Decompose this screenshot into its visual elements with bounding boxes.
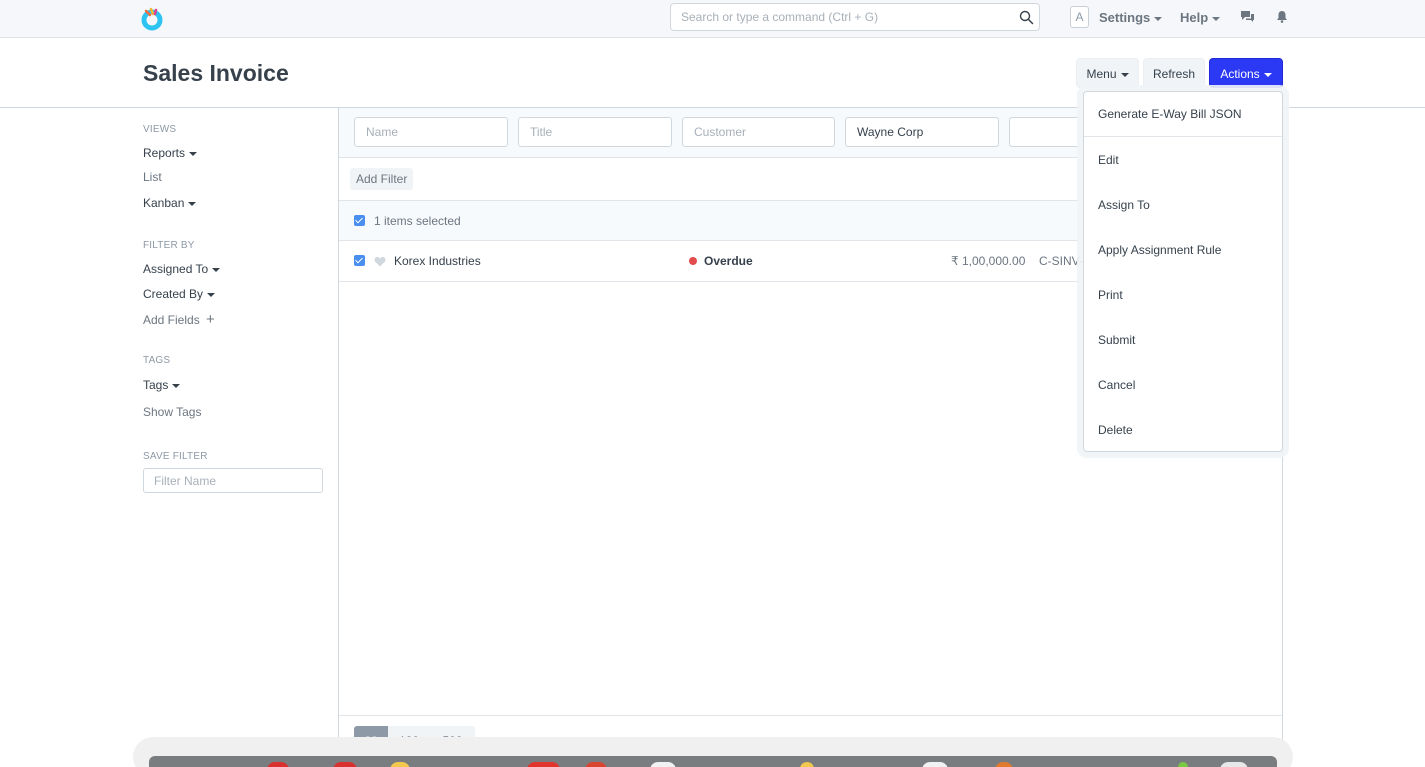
- app-logo[interactable]: [141, 7, 163, 31]
- dock-app-icon[interactable]: [333, 762, 357, 767]
- plus-icon: +: [206, 311, 215, 328]
- search-icon[interactable]: [1019, 10, 1034, 25]
- chevron-down-icon: [1154, 16, 1163, 21]
- refresh-button[interactable]: Refresh: [1143, 58, 1205, 88]
- dock-app-icon[interactable]: [650, 762, 676, 767]
- navbar: A Settings Help: [0, 0, 1425, 38]
- dock-app-icon[interactable]: [267, 762, 289, 767]
- chevron-down-icon: [212, 267, 221, 272]
- actions-button[interactable]: Actions: [1209, 58, 1283, 88]
- sidebar-item-tags[interactable]: Tags: [143, 378, 181, 392]
- dock-app-icon[interactable]: [922, 762, 948, 767]
- chevron-down-icon: [188, 201, 197, 206]
- sidebar-item-kanban[interactable]: Kanban: [143, 196, 197, 210]
- status-indicator: Overdue: [689, 254, 753, 268]
- settings-label: Settings: [1099, 10, 1151, 25]
- sidebar-item-label: Created By: [143, 287, 204, 301]
- chat-icon[interactable]: [1240, 10, 1255, 23]
- search-input[interactable]: [671, 4, 1001, 30]
- dock-app-icon[interactable]: [585, 762, 607, 767]
- sidebar-item-created-by[interactable]: Created By: [143, 287, 216, 301]
- filter-by-heading: FILTER BY: [143, 240, 195, 251]
- heart-icon[interactable]: [374, 256, 386, 267]
- sidebar-item-label: Kanban: [143, 196, 185, 210]
- views-heading: VIEWS: [143, 124, 177, 135]
- menu-divider: [1084, 136, 1282, 137]
- menu-item-assign-to[interactable]: Assign To: [1098, 198, 1150, 212]
- dock: [149, 756, 1277, 767]
- awesomebar: [670, 3, 1040, 31]
- row-docname[interactable]: C-SINV-2: [1039, 254, 1084, 268]
- help-label: Help: [1180, 10, 1209, 25]
- chevron-down-icon: [1120, 72, 1129, 77]
- sidebar-item-reports[interactable]: Reports: [143, 146, 198, 160]
- dock-app-icon[interactable]: [1220, 762, 1248, 767]
- actions-button-label: Actions: [1220, 67, 1260, 81]
- sidebar-item-label: Reports: [143, 146, 186, 160]
- company-filter-input[interactable]: [845, 117, 999, 147]
- menu-item-cancel[interactable]: Cancel: [1098, 378, 1135, 392]
- status-label: Overdue: [704, 254, 753, 268]
- status-dot: [689, 257, 697, 265]
- menu-item-apply-assignment-rule[interactable]: Apply Assignment Rule: [1098, 243, 1221, 257]
- menu-button-label: Menu: [1086, 67, 1117, 81]
- tags-heading: TAGS: [143, 355, 171, 366]
- chevron-down-icon: [172, 383, 181, 388]
- add-filter-button[interactable]: Add Filter: [350, 168, 414, 190]
- filter-name-input[interactable]: [143, 468, 323, 493]
- customer-filter-input[interactable]: [682, 117, 835, 147]
- user-avatar[interactable]: A: [1070, 6, 1089, 28]
- name-filter-input[interactable]: [354, 117, 508, 147]
- settings-menu[interactable]: Settings: [1099, 10, 1163, 25]
- page-title: Sales Invoice: [143, 60, 289, 86]
- chevron-down-icon: [1212, 16, 1221, 21]
- notification-bell-icon[interactable]: [1276, 10, 1288, 23]
- save-filter-heading: SAVE FILTER: [143, 451, 208, 462]
- sidebar-item-label: Add Fields: [143, 313, 200, 327]
- menu-item-submit[interactable]: Submit: [1098, 333, 1135, 347]
- dock-app-icon[interactable]: [527, 762, 560, 767]
- chevron-down-icon: [207, 292, 216, 297]
- menu-item-print[interactable]: Print: [1098, 288, 1123, 302]
- row-amount: ₹ 1,00,000.00: [951, 254, 1026, 268]
- actions-dropdown-menu: Generate E-Way Bill JSON Edit Assign To …: [1083, 91, 1283, 452]
- chevron-down-icon: [1263, 72, 1272, 77]
- sidebar-item-show-tags[interactable]: Show Tags: [143, 405, 201, 419]
- chevron-down-icon: [189, 151, 198, 156]
- dock-app-icon[interactable]: [1178, 762, 1188, 767]
- sidebar-item-assigned-to[interactable]: Assigned To: [143, 262, 221, 276]
- menu-button[interactable]: Menu: [1076, 58, 1139, 88]
- help-menu[interactable]: Help: [1180, 10, 1221, 25]
- selected-count: 1 items selected: [374, 214, 461, 228]
- menu-item-generate-eway-bill[interactable]: Generate E-Way Bill JSON: [1098, 107, 1242, 121]
- row-customer-name[interactable]: Korex Industries: [394, 254, 481, 268]
- sidebar-item-list[interactable]: List: [143, 170, 162, 184]
- menu-item-edit[interactable]: Edit: [1098, 153, 1119, 167]
- sidebar-item-add-fields[interactable]: Add Fields +: [143, 311, 215, 328]
- sidebar-item-label: Assigned To: [143, 262, 209, 276]
- row-checkbox[interactable]: [354, 255, 365, 266]
- sidebar-item-label: Tags: [143, 378, 169, 392]
- title-filter-input[interactable]: [518, 117, 672, 147]
- menu-item-delete[interactable]: Delete: [1098, 423, 1133, 437]
- select-all-checkbox[interactable]: [354, 215, 365, 226]
